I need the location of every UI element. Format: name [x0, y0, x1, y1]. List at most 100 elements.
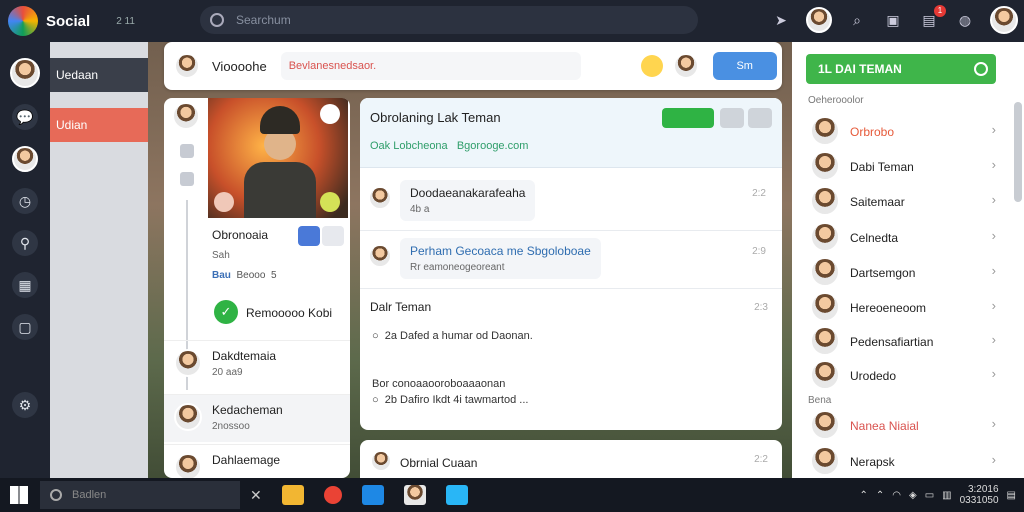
emoji-icon[interactable]: [640, 55, 663, 77]
message-button[interactable]: [298, 226, 320, 246]
list-item[interactable]: Kedacheman 2nossoo: [164, 394, 350, 442]
clock-date: 0331050: [959, 495, 999, 506]
clock-icon[interactable]: ◷: [12, 188, 38, 214]
contact-item[interactable]: Dabi Teman ›: [810, 151, 1000, 181]
video-button[interactable]: [720, 108, 744, 128]
user-avatar[interactable]: [990, 6, 1018, 34]
contact-item[interactable]: Orbrobo ›: [810, 116, 1000, 146]
scrollbar[interactable]: [1014, 102, 1022, 202]
avatar: [810, 446, 840, 476]
browser-icon[interactable]: [323, 486, 342, 504]
photo-figure: [244, 162, 316, 218]
wifi-icon[interactable]: ◠: [892, 490, 901, 501]
app-avatar-icon[interactable]: [403, 485, 426, 505]
display-icon[interactable]: ▭: [925, 490, 934, 501]
chevron-right-icon[interactable]: ›: [992, 298, 996, 313]
chevron-right-icon[interactable]: ›: [992, 228, 996, 243]
contacts-header-button[interactable]: 1L DAI TEMAN: [806, 54, 996, 84]
send-button[interactable]: Sm: [712, 52, 777, 80]
folder-icon[interactable]: [281, 485, 304, 505]
notification-icon[interactable]: ▤ 1: [918, 5, 946, 31]
chevron-right-icon[interactable]: ›: [992, 122, 996, 137]
profile-info: Sah: [212, 250, 230, 261]
contact-item[interactable]: Pedensafiartian ›: [810, 326, 1000, 356]
contact-item[interactable]: Saitemaar ›: [810, 186, 1000, 216]
chevron-right-icon[interactable]: ›: [992, 192, 996, 207]
chat-icon[interactable]: ▣: [882, 9, 904, 31]
contact-item[interactable]: Hereoeneoom ›: [810, 292, 1000, 322]
profile-avatar[interactable]: [10, 58, 40, 88]
clock-icon[interactable]: [180, 144, 194, 158]
settings-icon[interactable]: ⚙: [12, 392, 38, 418]
chat-title: Obrolaning Lak Teman: [370, 110, 501, 125]
chevron-right-icon[interactable]: ›: [992, 366, 996, 381]
edit-icon[interactable]: [214, 192, 234, 212]
message-bubble: Doodaeanakarafeaha 4b a: [400, 180, 536, 221]
chevron-right-icon[interactable]: ›: [992, 452, 996, 467]
volume-icon[interactable]: ◈: [909, 490, 917, 501]
status-input[interactable]: Bevlanesnedsaor.: [280, 52, 581, 80]
store-icon[interactable]: [361, 485, 384, 505]
profile-meta: Bau Beooo 5: [212, 270, 277, 281]
search-icon[interactable]: ⚲: [12, 230, 38, 256]
chat-icon[interactable]: 💬: [12, 104, 38, 130]
windows-start-icon[interactable]: [10, 486, 28, 504]
avatar[interactable]: [172, 102, 200, 130]
check-icon[interactable]: ✓: [214, 300, 238, 324]
contact-name: Orbrobo: [850, 125, 895, 139]
avatar[interactable]: [806, 7, 832, 33]
search-icon[interactable]: ⌕: [846, 9, 868, 31]
chat-line-text: 2a Dafed a humar od Daonan.: [384, 330, 533, 342]
more-button[interactable]: [748, 108, 772, 128]
avatar: [810, 222, 840, 252]
settings-icon[interactable]: ◍: [954, 9, 976, 31]
avatar: [174, 403, 202, 431]
chevron-up-icon[interactable]: ⌃: [859, 490, 867, 501]
chevron-right-icon[interactable]: ›: [992, 416, 996, 431]
contact-item[interactable]: Nerapsk ›: [810, 446, 1000, 476]
chevron-right-icon[interactable]: ›: [992, 157, 996, 172]
clock[interactable]: 3:2016 0331050: [960, 484, 999, 506]
avatar: [810, 116, 840, 146]
avatar[interactable]: [672, 53, 699, 79]
contacts-subheader: Oeherooolor: [808, 95, 864, 106]
refresh-icon[interactable]: [974, 62, 988, 76]
message-time: 2:2: [754, 454, 768, 465]
avatar[interactable]: [174, 53, 200, 79]
nav-item-active[interactable]: Uedaan: [50, 58, 148, 92]
list-item[interactable]: Dakdtemaia 20 aa9: [164, 340, 350, 388]
calendar-icon[interactable]: ▢: [12, 314, 38, 340]
friend-avatar[interactable]: [12, 146, 38, 172]
message-item[interactable]: Obrnial Cuaan 2:2: [360, 440, 782, 480]
list-item-title: Dakdtemaia: [212, 349, 277, 363]
camera-icon[interactable]: [320, 104, 340, 124]
chat-subtitle: Oak Lobcheona Bgorooge.com: [370, 140, 528, 152]
send-icon[interactable]: ➤: [770, 9, 792, 31]
chevron-right-icon[interactable]: ›: [992, 263, 996, 278]
call-button[interactable]: [662, 108, 714, 128]
notifications-icon[interactable]: ▤: [1007, 490, 1016, 501]
app-icon[interactable]: [445, 485, 468, 505]
taskbar-search-input[interactable]: Badlen: [40, 481, 240, 509]
avatar: [174, 453, 202, 478]
language-icon[interactable]: ▥: [942, 490, 951, 501]
call-button[interactable]: [322, 226, 344, 246]
contacts-header-label: 1L DAI TEMAN: [818, 62, 902, 76]
nav-item-highlight[interactable]: Udian: [50, 108, 148, 142]
search-input[interactable]: Searchum: [200, 6, 698, 34]
list-item[interactable]: Dahlaemage: [164, 444, 350, 478]
smile-icon[interactable]: [320, 192, 340, 212]
contact-item[interactable]: Urodedo ›: [810, 360, 1000, 390]
taskbar-search-placeholder: Badlen: [72, 489, 107, 501]
gear-icon[interactable]: [180, 172, 194, 186]
chevron-right-icon[interactable]: ›: [992, 332, 996, 347]
contact-item[interactable]: Celnedta ›: [810, 222, 1000, 252]
contact-item[interactable]: Nanea Niaial ›: [810, 410, 1000, 440]
close-icon[interactable]: ✕: [250, 487, 262, 504]
contact-item[interactable]: Dartsemgon ›: [810, 257, 1000, 287]
network-icon[interactable]: ⌃: [876, 490, 884, 501]
gift-icon[interactable]: ▦: [12, 272, 38, 298]
profile-photo[interactable]: [208, 98, 348, 218]
app-logo-icon[interactable]: [8, 6, 38, 36]
chat-subtitle-link[interactable]: Bgorooge.com: [457, 140, 529, 152]
